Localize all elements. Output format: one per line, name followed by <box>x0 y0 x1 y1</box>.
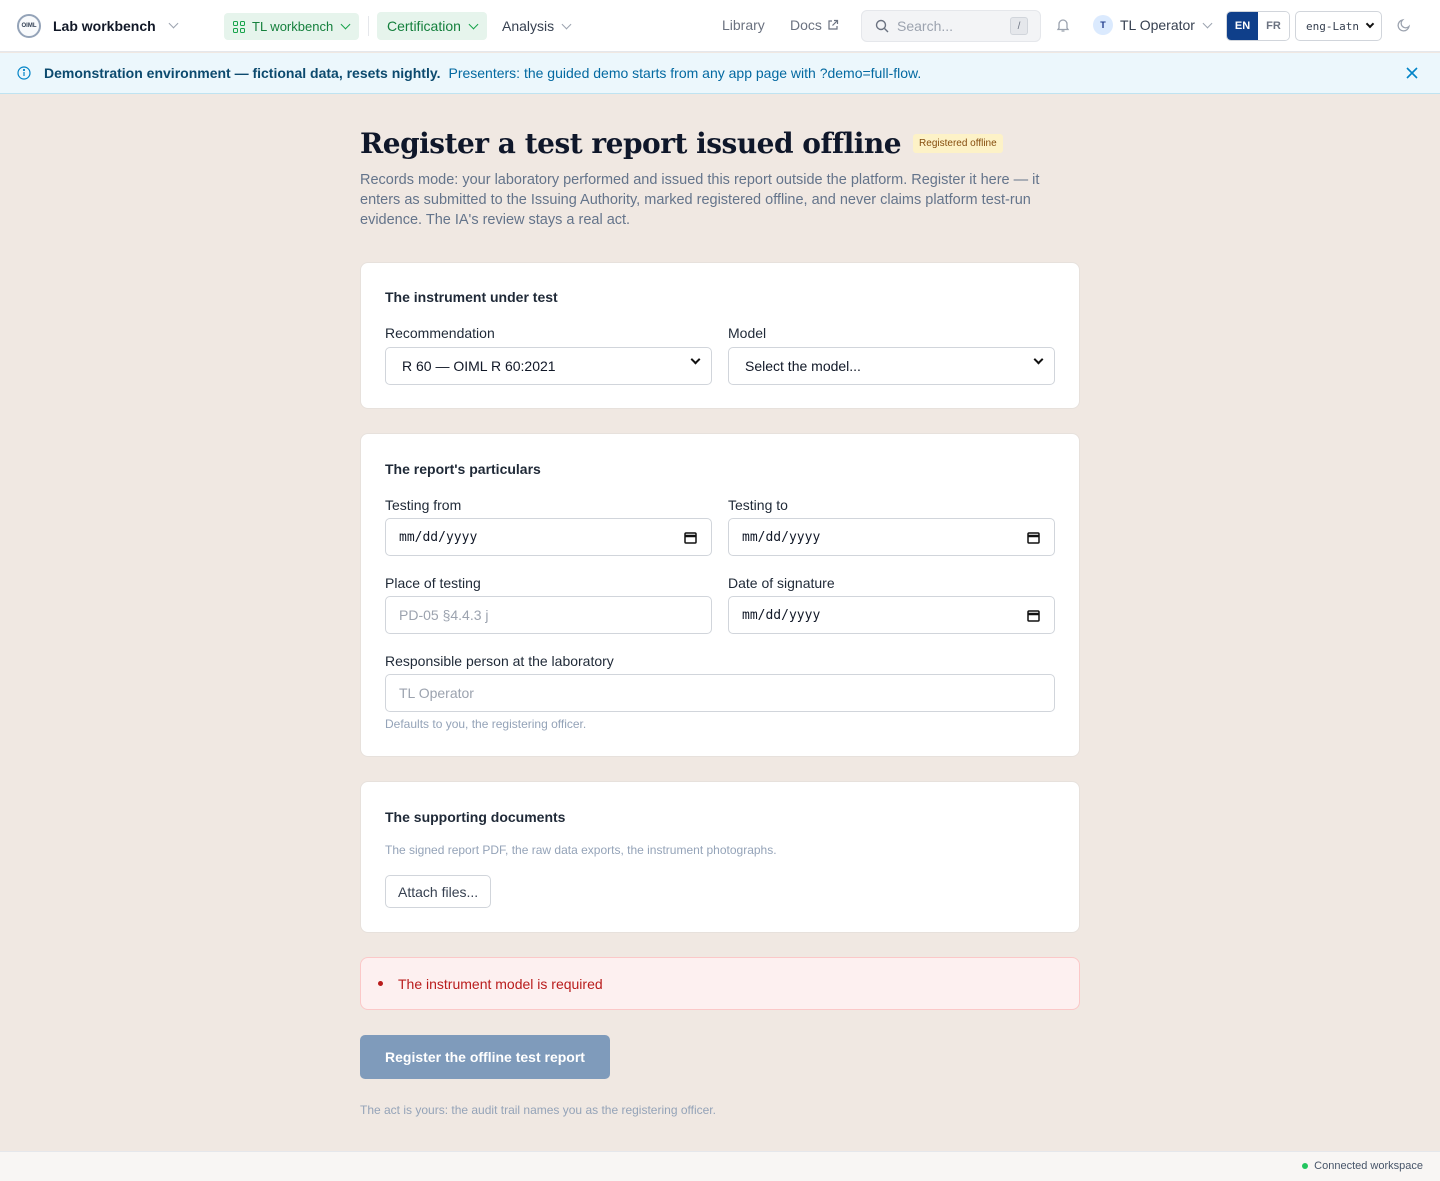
responsible-person-label: Responsible person at the laboratory <box>385 653 614 669</box>
workspace-label: TL workbench <box>252 19 334 34</box>
model-select[interactable]: Select the model... <box>728 347 1055 385</box>
chevron-down-icon <box>468 19 479 29</box>
script-select-value: eng-Latn <box>1306 19 1359 33</box>
instrument-card: The instrument under test Recommendation… <box>360 262 1080 409</box>
error-message: The instrument model is required <box>398 975 603 992</box>
lang-fr[interactable]: FR <box>1258 12 1289 40</box>
chevron-down-icon <box>1365 19 1375 29</box>
user-name: TL Operator <box>1120 17 1195 33</box>
calendar-icon[interactable] <box>1027 531 1040 544</box>
place-of-testing-label: Place of testing <box>385 575 481 591</box>
nav-analysis-label: Analysis <box>502 18 555 34</box>
testing-to-field[interactable]: mm/dd/yyyy <box>728 518 1055 556</box>
banner-title: Demonstration environment — fictional da… <box>44 65 441 81</box>
documents-help: The signed report PDF, the raw data expo… <box>385 843 777 857</box>
nav-docs[interactable]: Docs <box>790 17 839 33</box>
bell-icon[interactable] <box>1055 17 1071 33</box>
nav-library[interactable]: Library <box>722 17 765 33</box>
page-description: Records mode: your laboratory performed … <box>360 172 1040 228</box>
search-icon <box>875 19 889 33</box>
oiml-logo: OIML <box>17 13 41 38</box>
nav-certification-label: Certification <box>387 18 461 34</box>
responsible-person-placeholder: TL Operator <box>399 685 474 701</box>
page-header: Register a test report issued offline Re… <box>360 127 1003 160</box>
banner-message: Presenters: the guided demo starts from … <box>448 65 922 81</box>
connection-status: Connected workspace <box>1302 1160 1423 1172</box>
external-link-icon <box>828 19 839 30</box>
nav-divider <box>368 16 369 36</box>
place-of-testing-field[interactable]: PD-05 §4.4.3 j <box>385 596 712 634</box>
nav-analysis[interactable]: Analysis <box>502 12 572 40</box>
lang-en[interactable]: EN <box>1227 12 1258 40</box>
testing-to-value: mm/dd/yyyy <box>742 529 821 545</box>
responsible-person-field[interactable]: TL Operator <box>385 674 1055 712</box>
error-bullet <box>378 981 383 986</box>
calendar-icon[interactable] <box>684 531 697 544</box>
testing-from-label: Testing from <box>385 497 462 513</box>
instrument-card-title: The instrument under test <box>385 289 558 305</box>
chevron-down-icon <box>340 19 351 30</box>
app-switcher[interactable]: OIML Lab workbench <box>17 13 179 38</box>
avatar: T <box>1093 15 1113 35</box>
attach-files-button[interactable]: Attach files... <box>385 875 492 908</box>
chevron-down-icon <box>1202 18 1213 28</box>
recommendation-label: Recommendation <box>385 325 495 341</box>
script-select[interactable]: eng-Latn <box>1295 11 1382 41</box>
chevron-down-icon <box>168 18 179 29</box>
language-toggle: EN FR <box>1226 11 1290 41</box>
chevron-down-icon <box>690 354 701 365</box>
date-of-signature-field[interactable]: mm/dd/yyyy <box>728 596 1055 634</box>
recommendation-value: R 60 — OIML R 60:2021 <box>402 358 556 374</box>
register-button[interactable]: Register the offline test report <box>360 1035 610 1079</box>
testing-to-label: Testing to <box>728 497 788 513</box>
recommendation-select[interactable]: R 60 — OIML R 60:2021 <box>385 347 712 385</box>
model-value: Select the model... <box>745 358 861 374</box>
place-of-testing-placeholder: PD-05 §4.4.3 j <box>399 607 489 623</box>
page-title: Register a test report issued offline <box>360 127 902 160</box>
particulars-card: The report's particulars Testing from mm… <box>360 433 1080 757</box>
audit-footnote: The act is yours: the audit trail names … <box>360 1103 716 1117</box>
moon-icon[interactable] <box>1396 17 1412 33</box>
documents-card: The supporting documents The signed repo… <box>360 781 1080 933</box>
nav-docs-label: Docs <box>790 17 822 33</box>
app-name: Lab workbench <box>53 17 156 34</box>
documents-card-title: The supporting documents <box>385 809 566 825</box>
user-menu[interactable]: T TL Operator <box>1093 15 1213 35</box>
demo-banner: Demonstration environment — fictional da… <box>0 53 1440 94</box>
testing-from-field[interactable]: mm/dd/yyyy <box>385 518 712 556</box>
connection-status-label: Connected workspace <box>1314 1160 1423 1172</box>
validation-errors: The instrument model is required <box>360 957 1080 1010</box>
particulars-card-title: The report's particulars <box>385 461 541 477</box>
responsible-person-help: Defaults to you, the registering officer… <box>385 717 587 731</box>
workspace-switcher[interactable]: TL workbench <box>224 13 360 40</box>
close-icon[interactable] <box>1406 67 1418 79</box>
search-shortcut: / <box>1010 17 1028 35</box>
status-bar: Connected workspace <box>0 1151 1440 1181</box>
search-box[interactable]: Search... / <box>861 10 1041 42</box>
grid-icon <box>233 20 245 33</box>
testing-from-value: mm/dd/yyyy <box>399 529 478 545</box>
date-of-signature-label: Date of signature <box>728 575 835 591</box>
search-input[interactable]: Search... <box>897 18 1010 34</box>
chevron-down-icon <box>1033 354 1044 365</box>
top-nav: OIML Lab workbench TL workbench Certific… <box>0 0 1440 52</box>
status-badge: Registered offline <box>913 134 1003 153</box>
date-of-signature-value: mm/dd/yyyy <box>742 607 821 623</box>
status-dot <box>1302 1163 1309 1169</box>
nav-certification[interactable]: Certification <box>377 12 487 40</box>
model-label: Model <box>728 325 767 341</box>
chevron-down-icon <box>561 19 572 29</box>
calendar-icon[interactable] <box>1027 609 1040 622</box>
info-icon <box>17 66 31 80</box>
